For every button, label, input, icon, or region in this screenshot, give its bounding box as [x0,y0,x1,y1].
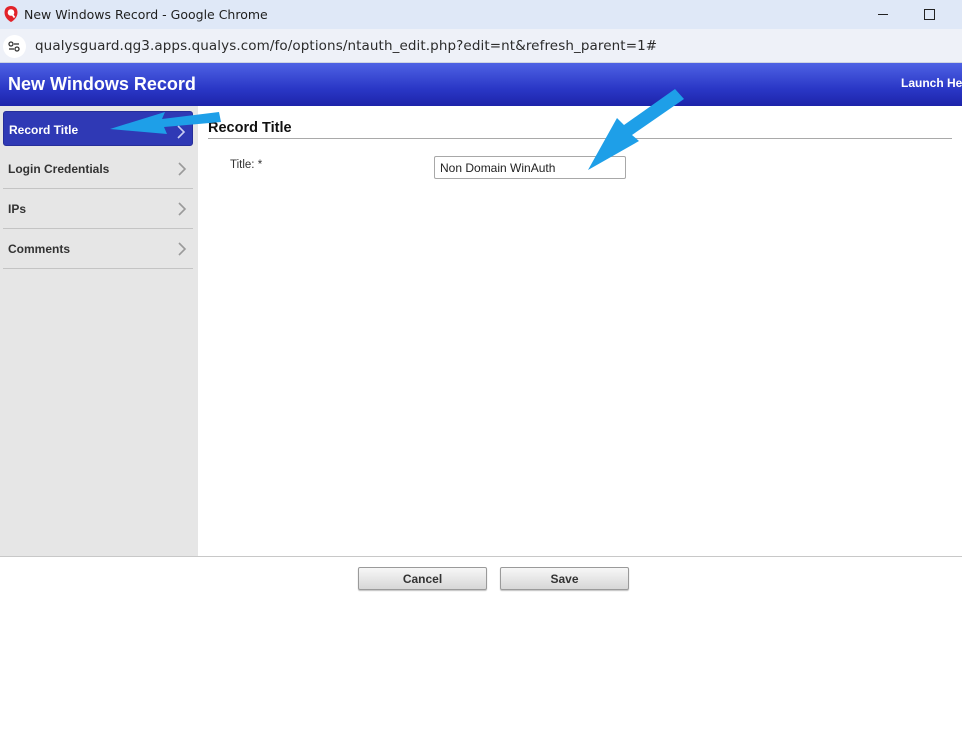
section-divider [208,138,952,139]
section-title: Record Title [208,120,292,136]
minimize-button[interactable] [870,4,896,24]
page: New Windows Record - Google Chrome qualy… [0,0,962,747]
site-settings-icon[interactable] [3,35,26,58]
sidebar-item-label: Login Credentials [8,162,110,176]
chevron-right-icon [177,125,186,139]
sidebar-item-label: Record Title [9,123,79,137]
chevron-right-icon [178,242,187,256]
main-content: Record Title Title: * [198,106,962,556]
address-bar: qualysguard.qg3.apps.qualys.com/fo/optio… [0,29,962,63]
title-field-label: Title: * [230,159,263,171]
launch-help-link[interactable]: Launch Hel [901,76,962,90]
page-title: New Windows Record [8,74,196,94]
qualys-shield-icon [4,6,18,22]
chevron-right-icon [178,162,187,176]
sidebar-item-ips[interactable]: IPs [3,189,193,229]
sidebar-item-comments[interactable]: Comments [3,229,193,269]
sidebar-item-label: IPs [8,202,27,216]
cancel-button[interactable]: Cancel [358,567,487,590]
sidebar-item-label: Comments [8,242,71,256]
chevron-right-icon [178,202,187,216]
window-title: New Windows Record - Google Chrome [24,7,268,22]
app-header: New Windows Record Launch Hel [0,63,962,106]
save-button[interactable]: Save [500,567,629,590]
sidebar: Record Title Login Credentials IPs Comme… [0,106,198,556]
sidebar-item-login-credentials[interactable]: Login Credentials [3,149,193,189]
browser-title-bar: New Windows Record - Google Chrome [0,0,962,29]
maximize-button[interactable] [918,4,940,24]
title-input[interactable] [434,156,626,179]
sidebar-item-record-title[interactable]: Record Title [3,111,193,146]
footer-divider [0,556,962,557]
url-text[interactable]: qualysguard.qg3.apps.qualys.com/fo/optio… [35,38,657,54]
